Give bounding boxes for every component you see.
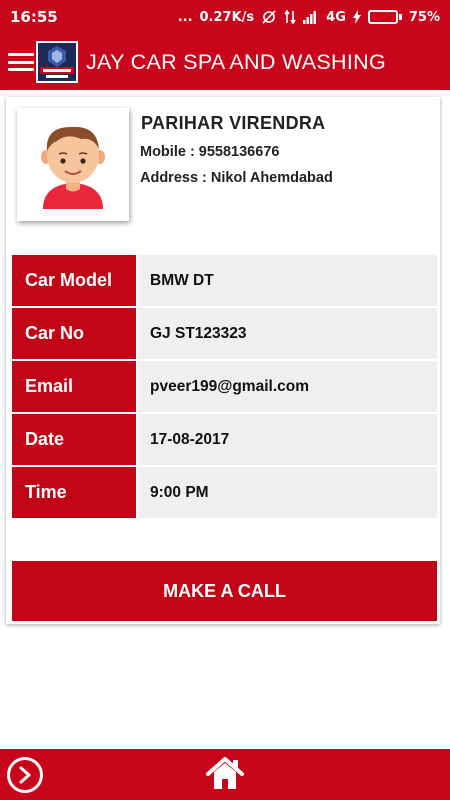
network-type: 4G bbox=[326, 9, 346, 25]
detail-label: Date bbox=[12, 414, 136, 465]
bottom-nav-bar bbox=[0, 749, 450, 800]
customer-mobile: Mobile : 9558136676 bbox=[140, 144, 280, 160]
app-bar: JAY CAR SPA AND WASHING bbox=[0, 34, 450, 90]
customer-address: Address : Nikol Ahemdabad bbox=[140, 170, 333, 186]
detail-label: Car Model bbox=[12, 255, 136, 306]
customer-name: PARIHAR VIRENDRA bbox=[141, 113, 326, 133]
user-avatar bbox=[17, 108, 129, 221]
detail-value: GJ ST123323 bbox=[138, 308, 437, 359]
detail-label: Email bbox=[12, 361, 136, 412]
status-icons: ... 0.27K/s 4G 75% bbox=[178, 10, 440, 25]
data-saver-icon bbox=[261, 10, 277, 24]
detail-value: 17-08-2017 bbox=[138, 414, 437, 465]
battery-percent: 75% bbox=[408, 9, 440, 25]
charging-bolt-icon bbox=[352, 10, 361, 24]
detail-value: pveer199@gmail.com bbox=[138, 361, 437, 412]
detail-row-date: Date 17-08-2017 bbox=[12, 414, 437, 465]
detail-row-car-model: Car Model BMW DT bbox=[12, 255, 437, 306]
detail-row-car-no: Car No GJ ST123323 bbox=[12, 308, 437, 359]
data-transfer-icon bbox=[284, 10, 296, 24]
chevron-right-circle-icon[interactable] bbox=[7, 757, 43, 793]
status-bar: 16:55 ... 0.27K/s 4G 75% bbox=[0, 0, 450, 34]
detail-label: Time bbox=[12, 467, 136, 518]
home-icon[interactable] bbox=[205, 755, 245, 793]
booking-details-table: Car Model BMW DT Car No GJ ST123323 Emai… bbox=[12, 255, 437, 520]
battery-icon bbox=[367, 10, 402, 24]
hamburger-menu-icon[interactable] bbox=[8, 51, 34, 73]
detail-row-email: Email pveer199@gmail.com bbox=[12, 361, 437, 412]
detail-value: BMW DT bbox=[138, 255, 437, 306]
notification-dots: ... bbox=[177, 9, 193, 25]
booking-card: PARIHAR VIRENDRA Mobile : 9558136676 Add… bbox=[6, 97, 440, 624]
avatar-illustration-icon bbox=[41, 126, 105, 209]
signal-icon bbox=[303, 10, 319, 24]
detail-value: 9:00 PM bbox=[138, 467, 437, 518]
app-title: JAY CAR SPA AND WASHING bbox=[86, 49, 387, 74]
detail-label: Car No bbox=[12, 308, 136, 359]
status-time: 16:55 bbox=[10, 8, 58, 26]
detail-row-time: Time 9:00 PM bbox=[12, 467, 437, 518]
make-call-button[interactable]: MAKE A CALL bbox=[12, 561, 437, 621]
app-logo bbox=[36, 41, 78, 83]
network-speed: 0.27K/s bbox=[199, 9, 255, 25]
